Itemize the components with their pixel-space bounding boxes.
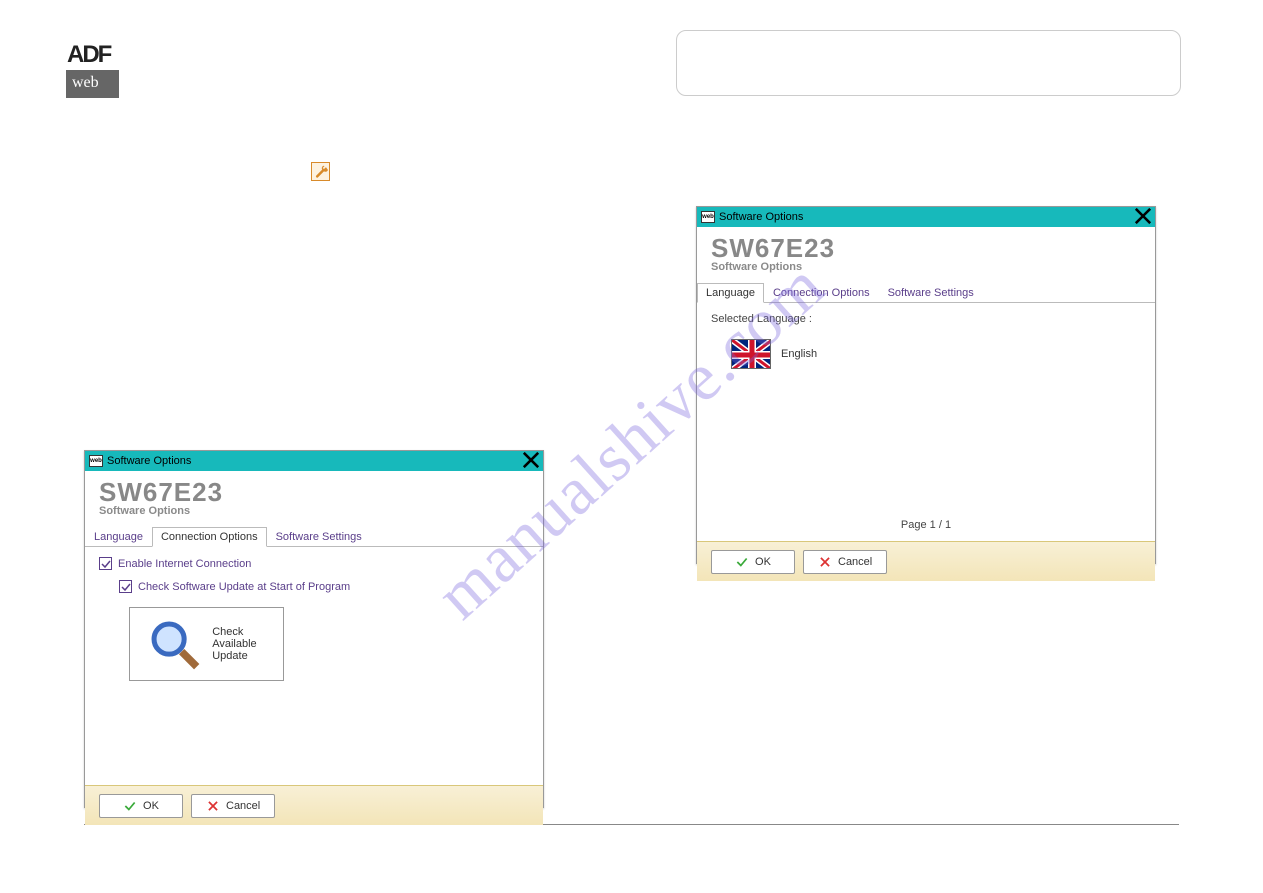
wrench-tool-icon bbox=[311, 162, 330, 181]
enable-internet-label: Enable Internet Connection bbox=[118, 558, 251, 570]
adfweb-logo: ADF web bbox=[66, 42, 119, 98]
ok-button[interactable]: OK bbox=[99, 794, 183, 818]
cancel-label: Cancel bbox=[838, 556, 872, 568]
close-icon bbox=[522, 451, 540, 469]
tab-software-settings[interactable]: Software Settings bbox=[267, 527, 371, 546]
checkmark-icon bbox=[735, 555, 749, 569]
language-name: English bbox=[781, 348, 817, 360]
x-icon bbox=[206, 799, 220, 813]
tab-software-settings[interactable]: Software Settings bbox=[879, 283, 983, 302]
check-available-update-label: Check Available Update bbox=[212, 626, 268, 662]
check-icon bbox=[121, 582, 131, 592]
check-available-update-button[interactable]: Check Available Update bbox=[129, 607, 284, 681]
ok-label: OK bbox=[755, 556, 771, 568]
logo-adf-text: ADF bbox=[67, 41, 110, 69]
close-icon bbox=[1134, 207, 1152, 225]
software-options-dialog-language: web Software Options SW67E23 Software Op… bbox=[696, 206, 1156, 564]
sw-code-title: SW67E23 bbox=[711, 235, 1141, 261]
check-update-start-checkbox[interactable] bbox=[119, 580, 132, 593]
dialog-footer: OK Cancel bbox=[85, 785, 543, 825]
logo-web-text: web bbox=[72, 74, 99, 92]
tab-connection-options[interactable]: Connection Options bbox=[764, 283, 879, 302]
enable-internet-row[interactable]: Enable Internet Connection bbox=[99, 557, 529, 570]
tab-content-connection: Enable Internet Connection Check Softwar… bbox=[85, 547, 543, 785]
titlebar-text: Software Options bbox=[719, 211, 803, 223]
dialog-header: SW67E23 Software Options bbox=[697, 227, 1155, 275]
language-option-english[interactable]: English bbox=[731, 339, 1141, 369]
magnifier-icon bbox=[144, 614, 204, 674]
cancel-label: Cancel bbox=[226, 800, 260, 812]
check-update-start-row[interactable]: Check Software Update at Start of Progra… bbox=[119, 580, 529, 593]
dialog-header: SW67E23 Software Options bbox=[85, 471, 543, 519]
header-info-box bbox=[676, 30, 1181, 96]
page-indicator: Page 1 / 1 bbox=[697, 519, 1155, 531]
dialog-footer: OK Cancel bbox=[697, 541, 1155, 581]
titlebar-text: Software Options bbox=[107, 455, 191, 467]
sw-subtitle: Software Options bbox=[711, 261, 1141, 273]
tab-content-language: Selected Language : English Page 1 / 1 bbox=[697, 303, 1155, 541]
uk-flag-icon bbox=[731, 339, 771, 369]
ok-button[interactable]: OK bbox=[711, 550, 795, 574]
software-options-dialog-connection: web Software Options SW67E23 Software Op… bbox=[84, 450, 544, 808]
titlebar: web Software Options bbox=[85, 451, 543, 471]
close-button[interactable] bbox=[522, 452, 540, 468]
sw-subtitle: Software Options bbox=[99, 505, 529, 517]
checkmark-icon bbox=[123, 799, 137, 813]
enable-internet-checkbox[interactable] bbox=[99, 557, 112, 570]
wrench-icon bbox=[314, 165, 328, 179]
selected-language-label: Selected Language : bbox=[711, 313, 1141, 325]
check-icon bbox=[101, 559, 111, 569]
titlebar-app-icon: web bbox=[701, 211, 715, 223]
tab-language[interactable]: Language bbox=[697, 283, 764, 303]
x-icon bbox=[818, 555, 832, 569]
cancel-button[interactable]: Cancel bbox=[191, 794, 275, 818]
ok-label: OK bbox=[143, 800, 159, 812]
tab-bar: Language Connection Options Software Set… bbox=[697, 281, 1155, 303]
tab-connection-options[interactable]: Connection Options bbox=[152, 527, 267, 547]
check-update-start-label: Check Software Update at Start of Progra… bbox=[138, 581, 350, 593]
titlebar-app-icon: web bbox=[89, 455, 103, 467]
sw-code-title: SW67E23 bbox=[99, 479, 529, 505]
tab-language[interactable]: Language bbox=[85, 527, 152, 546]
cancel-button[interactable]: Cancel bbox=[803, 550, 887, 574]
tab-bar: Language Connection Options Software Set… bbox=[85, 525, 543, 547]
titlebar: web Software Options bbox=[697, 207, 1155, 227]
close-button[interactable] bbox=[1134, 208, 1152, 224]
